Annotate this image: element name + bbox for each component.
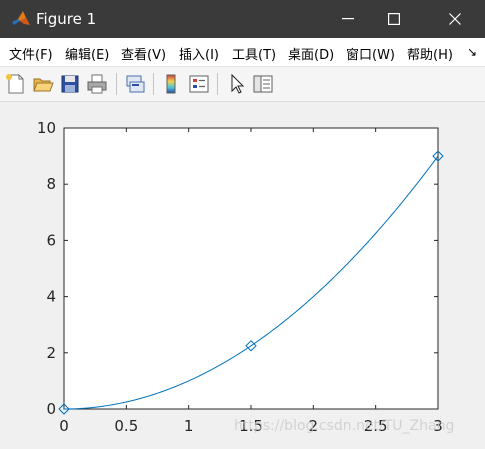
plot-canvas[interactable]: 0 0.5 1 1.5 2 2.5 3 0 2 4 6 8 10 [0, 102, 485, 449]
figure-window: Figure 1 文件(F) 编辑(E) 查看(V) 插入(I) 工具(T) 桌… [0, 0, 485, 449]
menu-overflow-icon[interactable]: ↘ [467, 45, 477, 59]
menu-view[interactable]: 查看(V) [121, 44, 166, 63]
x-tick-label: 0 [59, 417, 69, 435]
open-file-icon[interactable] [31, 72, 55, 96]
property-inspector-icon[interactable] [251, 72, 275, 96]
menu-insert[interactable]: 插入(I) [179, 44, 219, 63]
x-tick-label: 2.5 [364, 417, 388, 435]
menu-desktop[interactable]: 桌面(D) [288, 44, 334, 63]
close-button[interactable] [424, 0, 485, 38]
minimize-button[interactable] [325, 0, 371, 38]
menu-help[interactable]: 帮助(H) [407, 44, 453, 63]
close-icon [448, 13, 461, 25]
menu-file[interactable]: 文件(F) [9, 44, 53, 63]
y-tick-label: 2 [46, 344, 56, 362]
axes-box [63, 127, 439, 410]
link-plot-icon[interactable] [123, 72, 147, 96]
y-tick-label: 4 [46, 288, 56, 306]
insert-legend-icon[interactable] [187, 72, 211, 96]
menu-bar: 文件(F) 编辑(E) 查看(V) 插入(I) 工具(T) 桌面(D) 窗口(W… [0, 38, 485, 67]
save-icon[interactable] [58, 72, 82, 96]
maximize-icon [388, 13, 400, 25]
x-tick-label: 1 [184, 417, 194, 435]
toolbar-separator [153, 73, 154, 95]
figure-toolbar [0, 67, 485, 102]
x-tick-label: 3 [433, 417, 443, 435]
y-tick-label: 0 [46, 400, 56, 418]
x-tick-label: 2 [309, 417, 319, 435]
y-tick-label: 6 [46, 231, 56, 249]
menu-window[interactable]: 窗口(W) [346, 44, 395, 63]
minimize-icon [342, 18, 354, 20]
title-bar[interactable]: Figure 1 [0, 0, 485, 38]
maximize-button[interactable] [371, 0, 417, 38]
menu-tools[interactable]: 工具(T) [232, 44, 276, 63]
matlab-logo-icon [12, 11, 30, 25]
insert-colorbar-icon[interactable] [159, 72, 183, 96]
y-tick-label: 10 [37, 119, 56, 137]
toolbar-separator [217, 73, 218, 95]
x-tick-label: 0.5 [114, 417, 138, 435]
print-icon[interactable] [85, 72, 109, 96]
menu-edit[interactable]: 编辑(E) [65, 44, 109, 63]
y-tick-label: 8 [46, 175, 56, 193]
edit-plot-cursor-icon[interactable] [225, 72, 249, 96]
window-title: Figure 1 [36, 10, 97, 28]
x-tick-label: 1.5 [239, 417, 263, 435]
toolbar-separator [116, 73, 117, 95]
new-figure-icon[interactable] [4, 72, 28, 96]
